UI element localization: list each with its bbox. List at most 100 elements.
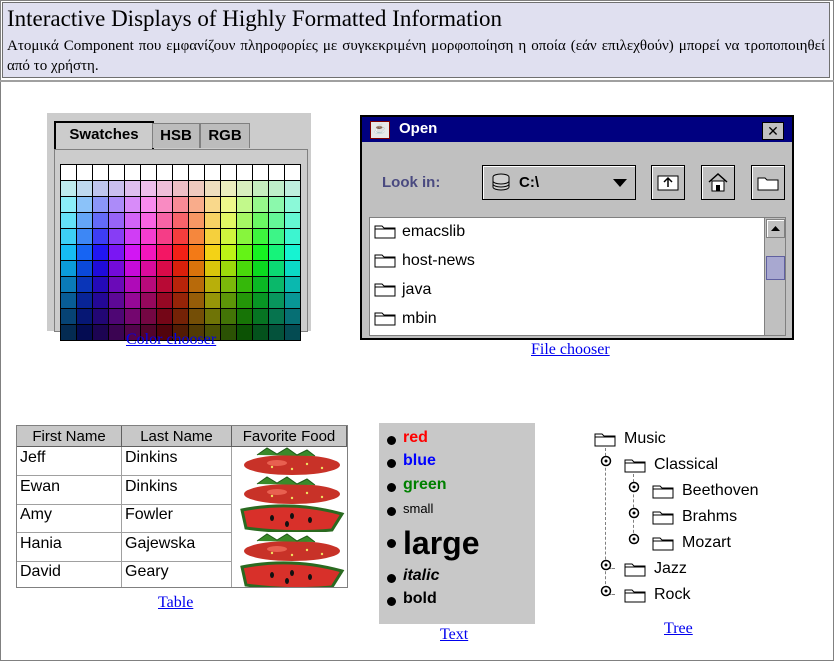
color-swatch[interactable] xyxy=(237,293,252,308)
color-swatch[interactable] xyxy=(141,309,156,324)
column-header-first-name[interactable]: First Name xyxy=(17,426,122,447)
color-swatch[interactable] xyxy=(173,277,188,292)
color-swatch[interactable] xyxy=(141,245,156,260)
color-swatch[interactable] xyxy=(205,309,220,324)
color-swatch[interactable] xyxy=(125,229,140,244)
tree-toggle-icon[interactable] xyxy=(628,481,640,493)
tab-hsb[interactable]: HSB xyxy=(152,123,200,148)
color-swatch[interactable] xyxy=(285,245,300,260)
tab-rgb[interactable]: RGB xyxy=(200,123,250,148)
color-swatch[interactable] xyxy=(221,293,236,308)
table-cell-last-name[interactable]: Geary xyxy=(122,561,232,587)
table-cell-first-name[interactable]: Jeff xyxy=(17,447,122,476)
color-swatch[interactable] xyxy=(173,245,188,260)
color-swatch[interactable] xyxy=(237,277,252,292)
color-swatch[interactable] xyxy=(77,181,92,196)
color-swatch[interactable] xyxy=(125,261,140,276)
new-folder-button[interactable] xyxy=(751,165,785,200)
color-swatch[interactable] xyxy=(269,213,284,228)
color-swatch[interactable] xyxy=(221,213,236,228)
color-swatch[interactable] xyxy=(253,325,268,340)
color-swatch[interactable] xyxy=(221,165,236,180)
color-swatch[interactable] xyxy=(221,277,236,292)
color-swatch[interactable] xyxy=(125,245,140,260)
color-swatch[interactable] xyxy=(205,165,220,180)
table-cell-first-name[interactable]: Amy xyxy=(17,504,122,533)
scroll-thumb[interactable] xyxy=(766,256,785,280)
color-swatch[interactable] xyxy=(109,213,124,228)
color-swatch[interactable] xyxy=(61,181,76,196)
color-swatch[interactable] xyxy=(205,213,220,228)
color-swatch[interactable] xyxy=(253,277,268,292)
color-swatch[interactable] xyxy=(221,245,236,260)
table-cell-last-name[interactable]: Dinkins xyxy=(122,475,232,505)
color-swatch[interactable] xyxy=(141,261,156,276)
color-swatch[interactable] xyxy=(125,165,140,180)
color-swatch[interactable] xyxy=(253,293,268,308)
tab-swatches[interactable]: Swatches xyxy=(54,121,154,149)
color-swatch[interactable] xyxy=(157,229,172,244)
color-swatch[interactable] xyxy=(61,261,76,276)
color-swatch[interactable] xyxy=(205,293,220,308)
color-swatch[interactable] xyxy=(157,181,172,196)
color-swatch[interactable] xyxy=(125,197,140,212)
color-swatch[interactable] xyxy=(221,181,236,196)
color-swatch[interactable] xyxy=(109,165,124,180)
file-list-item[interactable]: emacslib xyxy=(374,220,754,246)
color-swatch[interactable] xyxy=(93,197,108,212)
color-swatch[interactable] xyxy=(173,293,188,308)
color-swatch[interactable] xyxy=(189,277,204,292)
color-swatch[interactable] xyxy=(93,261,108,276)
color-swatch[interactable] xyxy=(109,245,124,260)
color-swatch[interactable] xyxy=(173,261,188,276)
color-swatch[interactable] xyxy=(237,261,252,276)
color-swatch[interactable] xyxy=(269,309,284,324)
color-swatch[interactable] xyxy=(221,325,236,340)
color-swatch[interactable] xyxy=(253,309,268,324)
color-swatch[interactable] xyxy=(157,197,172,212)
color-swatch[interactable] xyxy=(141,293,156,308)
table-link[interactable]: Table xyxy=(158,594,193,612)
color-swatch[interactable] xyxy=(141,213,156,228)
color-swatch[interactable] xyxy=(61,309,76,324)
tree-toggle-icon[interactable] xyxy=(600,455,612,467)
color-swatch[interactable] xyxy=(109,181,124,196)
color-swatch[interactable] xyxy=(141,277,156,292)
color-swatch[interactable] xyxy=(77,293,92,308)
color-swatch[interactable] xyxy=(141,181,156,196)
color-swatch[interactable] xyxy=(61,245,76,260)
color-swatch[interactable] xyxy=(61,165,76,180)
file-list-scrollbar[interactable] xyxy=(764,217,786,336)
color-swatch[interactable] xyxy=(109,293,124,308)
color-swatch[interactable] xyxy=(61,197,76,212)
color-swatch[interactable] xyxy=(285,293,300,308)
color-swatch[interactable] xyxy=(285,165,300,180)
file-list[interactable]: emacslib host-news java mbin xyxy=(369,217,765,336)
color-swatch[interactable] xyxy=(157,245,172,260)
color-swatch[interactable] xyxy=(189,213,204,228)
color-swatch[interactable] xyxy=(253,229,268,244)
color-swatch[interactable] xyxy=(285,197,300,212)
table-cell-first-name[interactable]: Hania xyxy=(17,532,122,562)
color-swatch[interactable] xyxy=(125,293,140,308)
tree-link[interactable]: Tree xyxy=(664,620,693,638)
color-swatch[interactable] xyxy=(237,181,252,196)
color-swatch[interactable] xyxy=(173,181,188,196)
color-swatch[interactable] xyxy=(253,181,268,196)
color-swatch[interactable] xyxy=(93,309,108,324)
color-swatch[interactable] xyxy=(269,277,284,292)
color-swatch[interactable] xyxy=(109,229,124,244)
color-swatch[interactable] xyxy=(77,213,92,228)
color-swatch[interactable] xyxy=(189,309,204,324)
color-swatch[interactable] xyxy=(157,213,172,228)
color-swatch[interactable] xyxy=(189,165,204,180)
color-swatch[interactable] xyxy=(253,165,268,180)
file-list-item[interactable]: java xyxy=(374,278,754,304)
color-swatch[interactable] xyxy=(189,229,204,244)
color-swatch[interactable] xyxy=(173,197,188,212)
color-swatch[interactable] xyxy=(157,277,172,292)
color-swatch[interactable] xyxy=(93,325,108,340)
color-swatch[interactable] xyxy=(237,197,252,212)
color-swatch[interactable] xyxy=(221,229,236,244)
tree-toggle-icon[interactable] xyxy=(628,533,640,545)
